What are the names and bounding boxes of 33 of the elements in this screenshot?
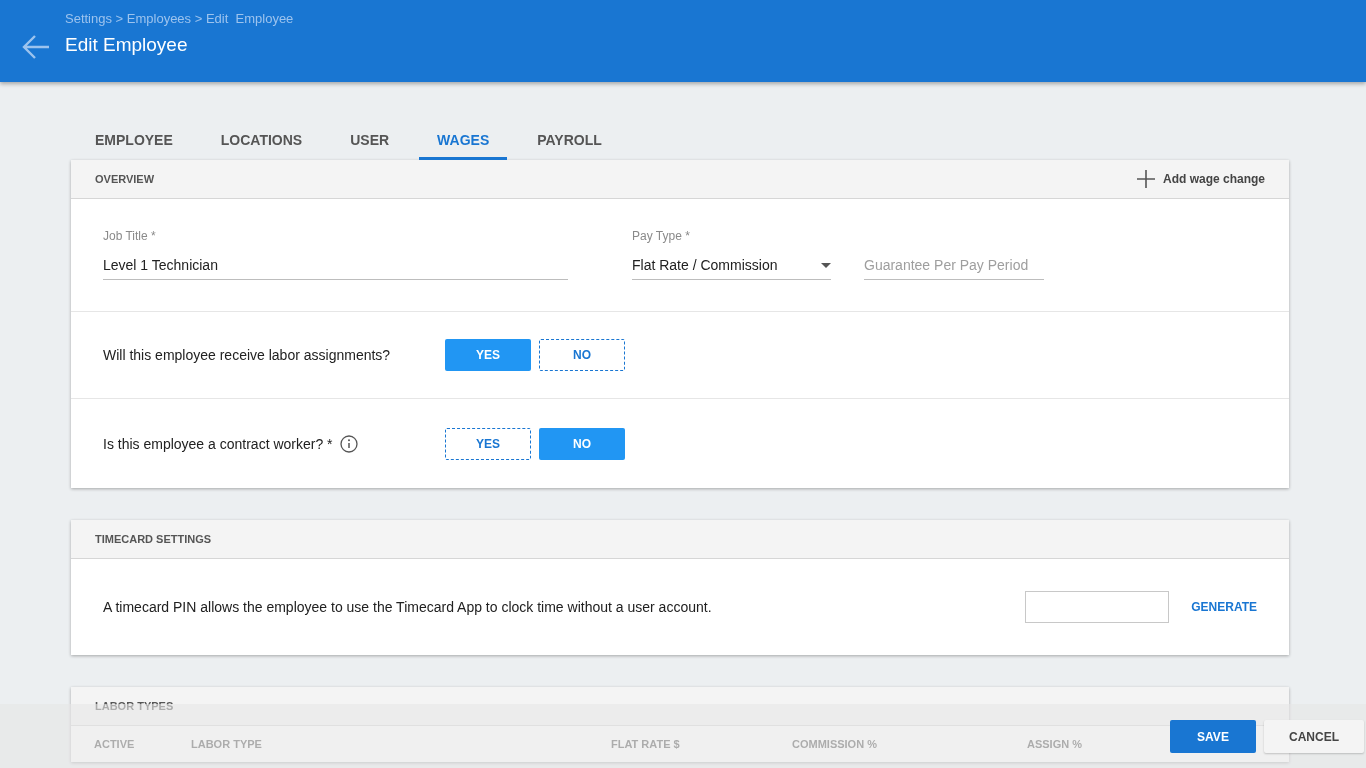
- question-text: Will this employee receive labor assignments?: [103, 347, 391, 363]
- section-title: OVERVIEW: [95, 173, 155, 185]
- tab[interactable]: USER: [332, 122, 408, 160]
- column-header: FLAT RATE $: [611, 738, 681, 750]
- section-title: TIMECARD SETTINGS: [95, 533, 212, 545]
- page-title: Edit Employee: [65, 34, 188, 56]
- field-label: Job Title *: [103, 229, 157, 243]
- add-wage-change-button[interactable]: Add wage change: [1136, 170, 1265, 188]
- tab[interactable]: LOCATIONS: [202, 122, 321, 160]
- dropdown[interactable]: Flat Rate / Commission: [632, 256, 831, 280]
- caret-icon: [821, 262, 831, 268]
- tab[interactable]: EMPLOYEE: [77, 122, 191, 160]
- description-text: A timecard PIN allows the employee to use the Timecard App to clock time without a user account.: [103, 599, 713, 615]
- info-icon[interactable]: [339, 434, 358, 453]
- plus-icon: [1136, 170, 1155, 188]
- tab[interactable]: PAYROLL: [519, 122, 620, 160]
- text-field[interactable]: Guarantee Per Pay Period: [864, 256, 1044, 280]
- save-button[interactable]: SAVE: [1170, 720, 1256, 753]
- generate-button[interactable]: GENERATE: [1191, 600, 1257, 614]
- column-header: ASSIGN %: [1027, 738, 1083, 750]
- column-header: ACTIVE: [94, 738, 136, 750]
- back-arrow-icon[interactable]: [22, 34, 50, 60]
- toggle-option[interactable]: NO: [539, 339, 625, 371]
- section-title: LABOR TYPES: [95, 700, 174, 712]
- pin-field[interactable]: [1025, 591, 1170, 623]
- column-header: COMMISSION %: [792, 738, 878, 750]
- column-header: LABOR TYPE: [191, 738, 263, 750]
- text-field[interactable]: Level 1 Technician: [103, 256, 568, 280]
- cancel-button[interactable]: CANCEL: [1264, 720, 1364, 753]
- breadcrumb: Settings > Employees > Edit Employee: [65, 11, 294, 26]
- field-label: Pay Type *: [632, 229, 691, 243]
- question-text: Is this employee a contract worker? *: [103, 435, 333, 452]
- toggle-option[interactable]: YES: [445, 427, 531, 460]
